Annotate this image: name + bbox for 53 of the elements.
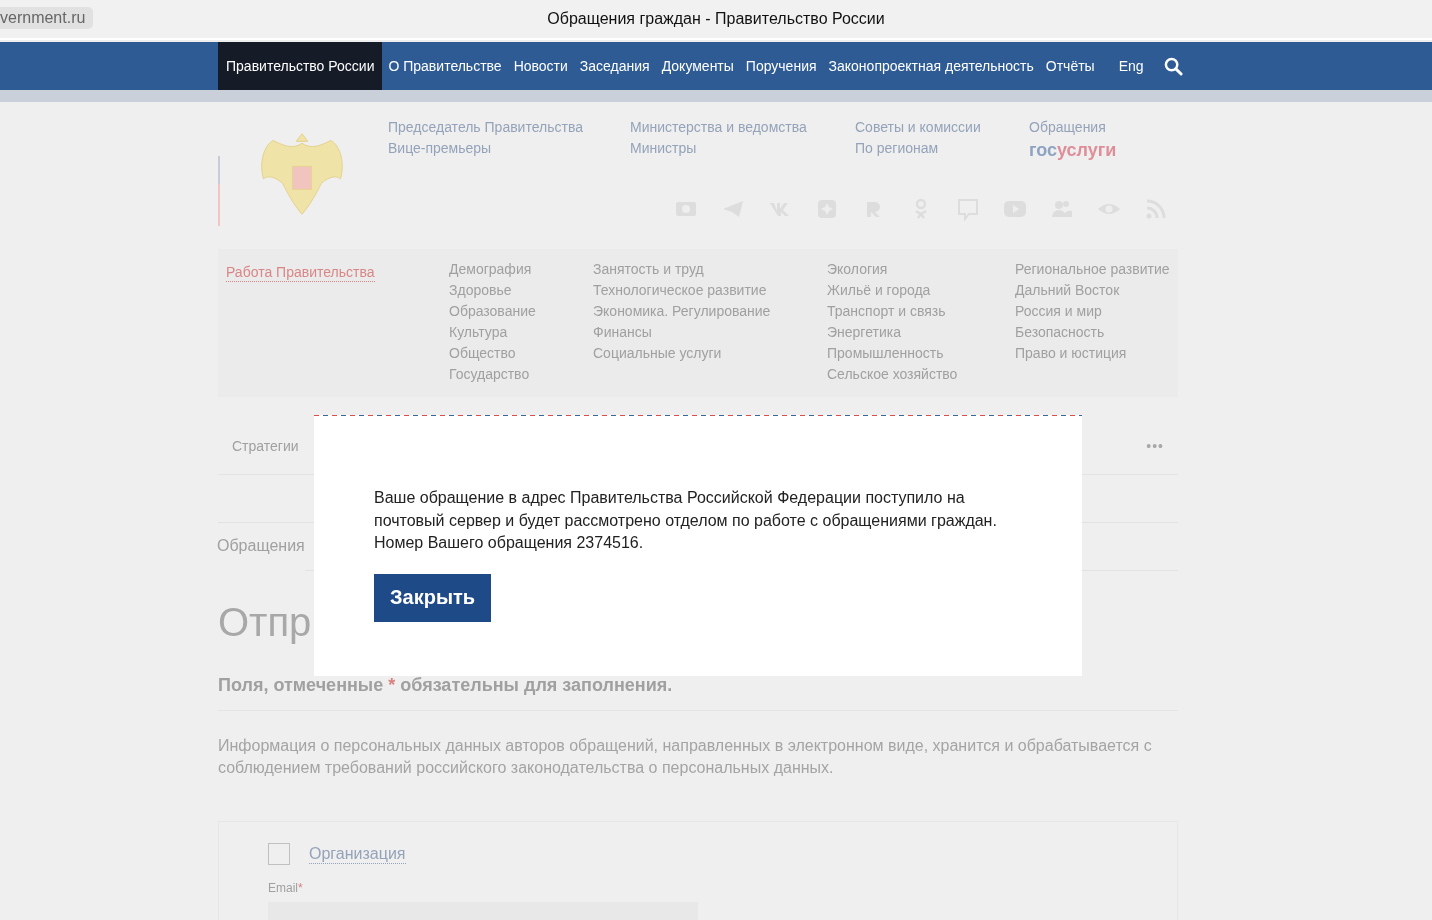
window-title: Обращения граждан - Правительство России bbox=[547, 10, 885, 28]
category-link[interactable]: Общество bbox=[449, 345, 593, 362]
category-link[interactable]: Право и юстиция bbox=[1015, 345, 1170, 362]
category-link[interactable]: Культура bbox=[449, 324, 593, 341]
category-link[interactable]: Россия и мир bbox=[1015, 303, 1170, 320]
nav-link[interactable]: Документы bbox=[655, 42, 740, 90]
close-button[interactable]: Закрыть bbox=[374, 573, 492, 622]
category-link[interactable]: Государство bbox=[449, 366, 593, 383]
organization-checkbox[interactable] bbox=[268, 843, 290, 865]
nav-link[interactable]: Правительство России bbox=[218, 42, 383, 90]
section-link[interactable]: Работа Правительства bbox=[226, 264, 375, 282]
category-link[interactable]: Энергетика bbox=[827, 324, 1015, 341]
category-link[interactable]: Экология bbox=[827, 261, 1015, 278]
nav-link[interactable]: О Правительстве bbox=[382, 42, 508, 90]
email-label: Email* bbox=[268, 881, 304, 895]
gosuslugi-logo[interactable]: госуслуги bbox=[1029, 140, 1117, 160]
header-link[interactable]: Советы и комиссии bbox=[855, 119, 1029, 136]
category-link[interactable]: Демография bbox=[449, 261, 593, 278]
header-link[interactable]: Вице-премьеры bbox=[388, 140, 630, 157]
language-link[interactable]: Eng bbox=[1106, 42, 1156, 90]
category-link[interactable]: Жильё и города bbox=[827, 282, 1015, 299]
nav-link[interactable]: Отчёты bbox=[1039, 42, 1101, 90]
category-link[interactable]: Транспорт и связь bbox=[827, 303, 1015, 320]
dialog-message: Ваше обращение в адрес Правительства Российской Федерации поступило на почтовый сервер и будет рассмотрено отделом по работе с обращениями граждан. Номер Вашего обращения 2374516. bbox=[374, 488, 998, 553]
search-icon[interactable] bbox=[1163, 56, 1183, 76]
nav-link[interactable]: Заседания bbox=[573, 42, 656, 90]
organization-link[interactable]: Организация bbox=[309, 844, 406, 864]
category-link[interactable]: Социальные услуги bbox=[593, 345, 827, 362]
category-link[interactable]: Здоровье bbox=[449, 282, 593, 299]
category-link[interactable]: Безопасность bbox=[1015, 324, 1170, 341]
category-link[interactable]: Экономика. Регулирование bbox=[593, 303, 827, 320]
category-link[interactable]: Технологическое развитие bbox=[593, 282, 827, 299]
category-link[interactable]: Занятость и труд bbox=[593, 261, 827, 278]
header-link[interactable]: Обращения bbox=[1029, 119, 1117, 136]
category-link[interactable]: Финансы bbox=[593, 324, 827, 341]
address-bar[interactable]: vernment.ru bbox=[0, 7, 94, 29]
privacy-note: Информация о персональных данных авторов обращений, направленных в электронном виде, хранится и обрабатывается с соблюдением требований российского законодательства о персональных данных. bbox=[218, 736, 1153, 778]
category-link[interactable]: Региональное развитие bbox=[1015, 261, 1170, 278]
category-link[interactable]: Промышленность bbox=[827, 345, 1015, 362]
nav-link[interactable]: Поручения bbox=[739, 42, 823, 90]
header-link[interactable]: По регионам bbox=[855, 140, 1029, 157]
category-link[interactable]: Сельское хозяйство bbox=[827, 366, 1015, 383]
category-link[interactable]: Образование bbox=[449, 303, 593, 320]
category-link[interactable]: Дальний Восток bbox=[1015, 282, 1170, 299]
header-link[interactable]: Председатель Правительства bbox=[388, 119, 630, 136]
tab[interactable]: Стратегии bbox=[232, 437, 299, 454]
more-button[interactable]: ••• bbox=[1146, 437, 1164, 454]
header-link[interactable]: Министерства и ведомства bbox=[630, 119, 855, 136]
page-heading: Отпр bbox=[218, 599, 312, 645]
breadcrumb-link[interactable]: Обращения bbox=[217, 537, 305, 555]
nav-link[interactable]: Новости bbox=[507, 42, 574, 90]
header-link[interactable]: Министры bbox=[630, 140, 855, 157]
nav-link[interactable]: Законопроектная деятельность bbox=[822, 42, 1040, 90]
